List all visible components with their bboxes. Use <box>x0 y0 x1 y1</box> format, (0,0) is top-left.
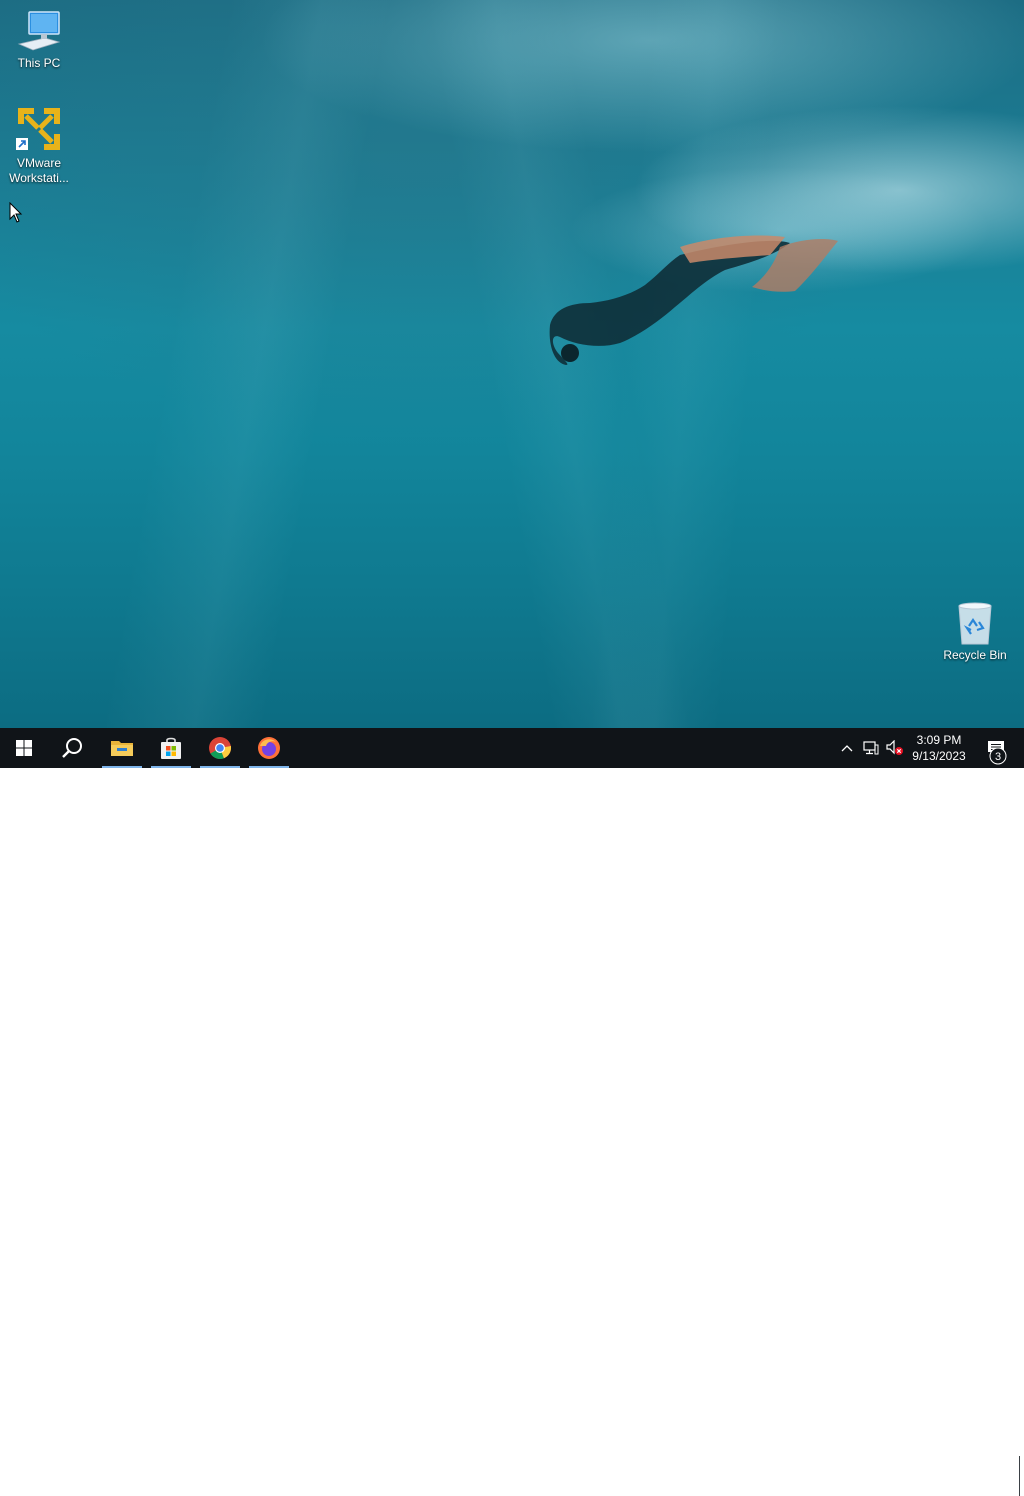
desktop-wallpaper: This PC VMware Workstati... Recycle Bin <box>0 0 1024 728</box>
file-explorer-icon <box>111 741 133 756</box>
chrome-icon <box>209 737 231 759</box>
desktop-icon-recycle-bin[interactable]: Recycle Bin <box>939 600 1011 663</box>
light-rays <box>0 0 1024 728</box>
taskbar: 3:09 PM 9/13/2023 <box>0 728 1024 1496</box>
taskbar-firefox[interactable] <box>245 728 293 768</box>
firefox-icon <box>258 737 280 759</box>
desktop-icon-vmware[interactable]: VMware Workstati... <box>3 104 75 186</box>
chevron-up-icon <box>841 745 853 752</box>
notification-count: 3 <box>995 751 1001 763</box>
taskbar-chrome[interactable] <box>196 728 244 768</box>
volume-muted-icon <box>886 740 903 755</box>
tray-volume[interactable] <box>884 728 906 768</box>
taskbar-microsoft-store[interactable] <box>147 728 195 768</box>
network-icon <box>863 741 879 755</box>
clock-date: 9/13/2023 <box>912 749 966 763</box>
notification-count-badge: 3 <box>989 747 1007 765</box>
taskbar-clock[interactable]: 3:09 PM 9/13/2023 <box>906 728 972 768</box>
start-button[interactable] <box>0 728 48 768</box>
store-icon <box>161 737 181 759</box>
show-desktop-button[interactable] <box>1019 1456 1024 1496</box>
tray-show-hidden-icons[interactable] <box>836 728 858 768</box>
clock-time: 3:09 PM <box>916 733 962 747</box>
desktop-icon-label: VMware Workstati... <box>9 156 69 185</box>
desktop-icon-label: This PC <box>17 56 61 70</box>
vmware-icon <box>16 108 60 150</box>
mouse-cursor-icon <box>9 202 23 223</box>
swimmer-silhouette <box>549 235 838 365</box>
tray-network[interactable] <box>860 728 882 768</box>
windows-logo-icon <box>16 740 32 756</box>
this-pc-icon <box>17 11 61 51</box>
recycle-bin-icon <box>958 602 992 645</box>
taskbar-file-explorer[interactable] <box>98 728 146 768</box>
desktop-icon-this-pc[interactable]: This PC <box>3 8 75 71</box>
search-button[interactable] <box>48 728 96 768</box>
search-icon <box>62 738 82 758</box>
desktop-icon-label: Recycle Bin <box>943 648 1007 662</box>
